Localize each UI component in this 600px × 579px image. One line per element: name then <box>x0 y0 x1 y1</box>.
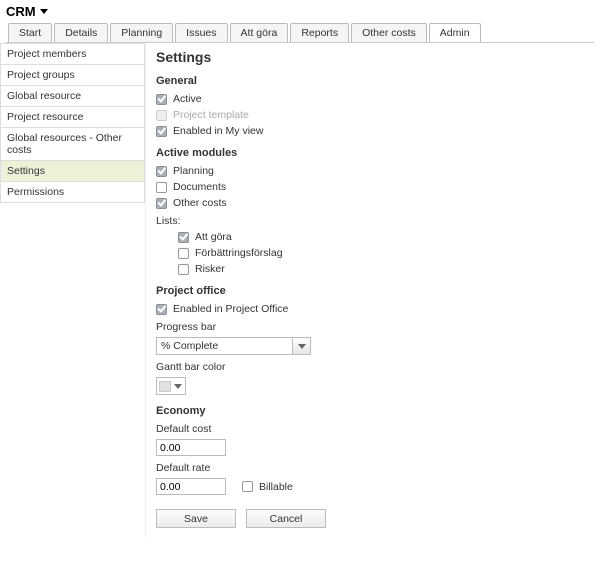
label-billable: Billable <box>259 481 293 493</box>
label-active: Active <box>173 93 202 105</box>
input-default-cost[interactable] <box>156 439 226 456</box>
label-progress-bar: Progress bar <box>156 321 590 333</box>
tab-start[interactable]: Start <box>8 23 52 42</box>
section-active-modules: Active modules <box>156 147 590 159</box>
tab-details[interactable]: Details <box>54 23 108 42</box>
sidebar-item-global-other-costs[interactable]: Global resources - Other costs <box>0 128 145 161</box>
tab-other-costs[interactable]: Other costs <box>351 23 427 42</box>
chevron-down-icon <box>292 338 310 354</box>
label-planning: Planning <box>173 165 214 177</box>
save-button[interactable]: Save <box>156 509 236 528</box>
checkbox-list-forbattring[interactable] <box>178 248 189 259</box>
label-enabled-project-office: Enabled in Project Office <box>173 303 288 315</box>
label-project-template: Project template <box>173 109 249 121</box>
section-economy: Economy <box>156 405 590 417</box>
tab-issues[interactable]: Issues <box>175 23 227 42</box>
checkbox-enabled-my-view[interactable] <box>156 126 167 137</box>
label-list-att-gora: Att göra <box>195 231 232 243</box>
checkbox-active[interactable] <box>156 94 167 105</box>
sidebar-item-permissions[interactable]: Permissions <box>0 182 145 203</box>
select-progress-bar[interactable]: % Complete <box>156 337 311 355</box>
checkbox-other-costs[interactable] <box>156 198 167 209</box>
cancel-button[interactable]: Cancel <box>246 509 326 528</box>
label-gantt-color: Gantt bar color <box>156 361 590 373</box>
label-enabled-my-view: Enabled in My view <box>173 125 263 137</box>
main-tabs: Start Details Planning Issues Att göra R… <box>6 23 594 43</box>
label-default-rate: Default rate <box>156 462 590 474</box>
checkbox-documents[interactable] <box>156 182 167 193</box>
tab-reports[interactable]: Reports <box>290 23 349 42</box>
checkbox-planning[interactable] <box>156 166 167 177</box>
select-progress-value: % Complete <box>157 340 292 352</box>
project-title: CRM <box>6 4 36 19</box>
label-documents: Documents <box>173 181 226 193</box>
chevron-down-icon <box>174 384 182 389</box>
color-swatch-icon <box>159 381 171 392</box>
checkbox-list-risker[interactable] <box>178 264 189 275</box>
sidebar-item-global-resource[interactable]: Global resource <box>0 86 145 107</box>
label-list-forbattring: Förbättringsförslag <box>195 247 283 259</box>
checkbox-billable[interactable] <box>242 481 253 492</box>
sidebar-item-project-resource[interactable]: Project resource <box>0 107 145 128</box>
select-gantt-color[interactable] <box>156 377 186 395</box>
label-list-risker: Risker <box>195 263 225 275</box>
input-default-rate[interactable] <box>156 478 226 495</box>
label-lists: Lists: <box>156 215 590 227</box>
label-other-costs: Other costs <box>173 197 227 209</box>
tab-planning[interactable]: Planning <box>110 23 173 42</box>
section-project-office: Project office <box>156 285 590 297</box>
tab-admin[interactable]: Admin <box>429 23 481 42</box>
sidebar-item-project-members[interactable]: Project members <box>0 43 145 65</box>
page-title: Settings <box>156 49 590 65</box>
sidebar-item-settings[interactable]: Settings <box>0 161 145 182</box>
checkbox-project-template <box>156 110 167 121</box>
settings-panel: Settings General Active Project template… <box>145 43 600 538</box>
checkbox-enabled-project-office[interactable] <box>156 304 167 315</box>
admin-sidebar: Project members Project groups Global re… <box>0 43 145 538</box>
project-title-dropdown[interactable]: CRM <box>6 4 594 19</box>
checkbox-list-att-gora[interactable] <box>178 232 189 243</box>
sidebar-item-project-groups[interactable]: Project groups <box>0 65 145 86</box>
section-general: General <box>156 75 590 87</box>
chevron-down-icon <box>40 9 48 14</box>
label-default-cost: Default cost <box>156 423 590 435</box>
tab-att-gora[interactable]: Att göra <box>230 23 289 42</box>
